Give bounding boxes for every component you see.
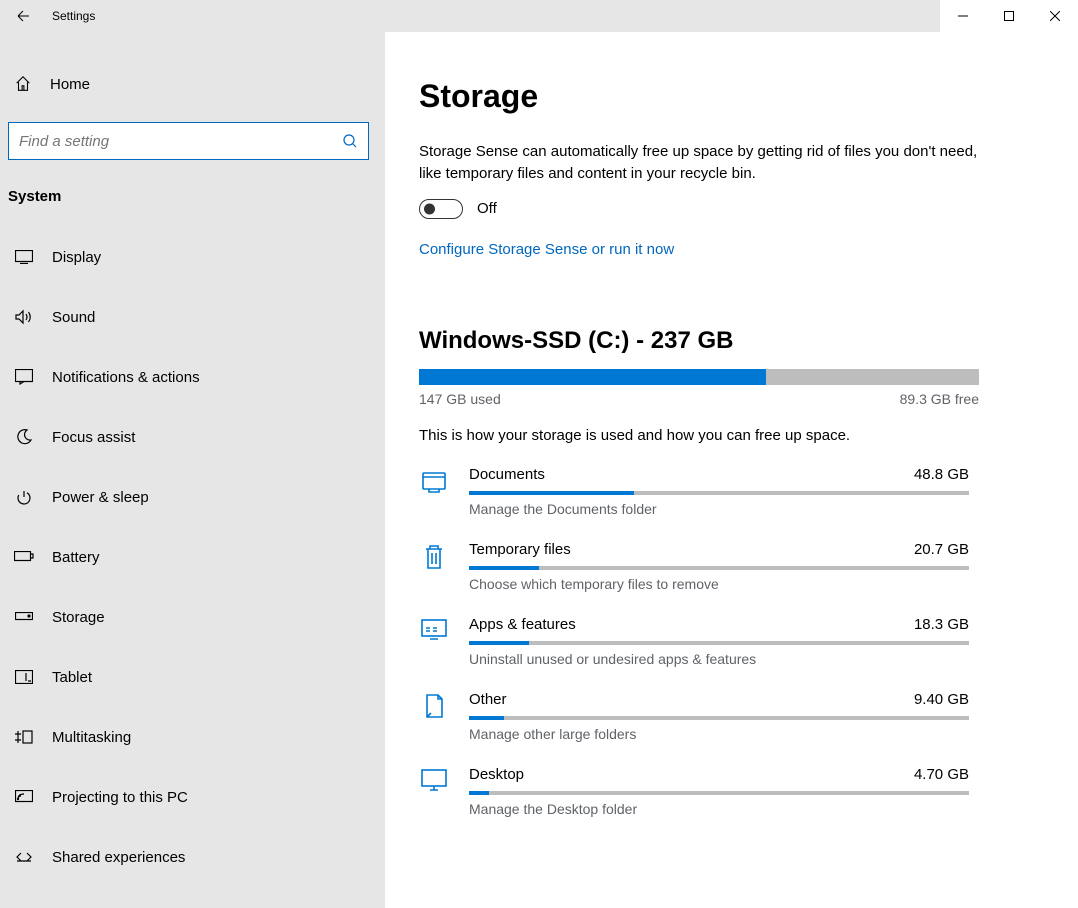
category-icon xyxy=(419,466,449,517)
category-size: 18.3 GB xyxy=(914,616,969,633)
sidebar-item-label: Projecting to this PC xyxy=(52,789,188,806)
notifications-icon xyxy=(14,369,34,385)
category-bar xyxy=(469,491,969,495)
drive-free-label: 89.3 GB free xyxy=(900,391,979,407)
category-bar xyxy=(469,566,969,570)
back-button[interactable] xyxy=(0,0,46,32)
shared-icon xyxy=(14,849,34,865)
sidebar-item-shared[interactable]: Shared experiences xyxy=(0,827,385,887)
category-icon xyxy=(419,691,449,742)
usage-desc: This is how your storage is used and how… xyxy=(419,427,1044,444)
category-sub: Manage other large folders xyxy=(469,726,969,742)
category-bar xyxy=(469,641,969,645)
category-sub: Choose which temporary files to remove xyxy=(469,576,969,592)
category-bar xyxy=(469,791,969,795)
category-sub: Manage the Desktop folder xyxy=(469,801,969,817)
sidebar-item-label: Power & sleep xyxy=(52,489,149,506)
drive-used-label: 147 GB used xyxy=(419,391,501,407)
storage-icon xyxy=(14,612,34,622)
main-content: Storage Storage Sense can automatically … xyxy=(385,32,1078,908)
sidebar-item-label: Focus assist xyxy=(52,429,135,446)
category-sub: Uninstall unused or undesired apps & fea… xyxy=(469,651,969,667)
sound-icon xyxy=(14,309,34,325)
power-icon xyxy=(14,489,34,505)
sidebar-item-power[interactable]: Power & sleep xyxy=(0,467,385,527)
sidebar-item-label: Tablet xyxy=(52,669,92,686)
window-title: Settings xyxy=(46,9,95,23)
category-temporary-files[interactable]: Temporary files 20.7 GB Choose which tempo… xyxy=(419,541,1044,592)
sidebar-item-label: Battery xyxy=(52,549,100,566)
tablet-icon xyxy=(14,670,34,684)
category-apps-features[interactable]: Apps & features 18.3 GB Uninstall unused o… xyxy=(419,616,1044,667)
close-button[interactable] xyxy=(1032,0,1078,32)
sidebar: Home System Display Sound xyxy=(0,32,385,908)
sidebar-item-multitasking[interactable]: Multitasking xyxy=(0,707,385,767)
home-button[interactable]: Home xyxy=(0,62,385,106)
sidebar-item-label: Storage xyxy=(52,609,105,626)
category-name: Desktop xyxy=(469,766,524,783)
category-size: 20.7 GB xyxy=(914,541,969,558)
category-name: Temporary files xyxy=(469,541,571,558)
category-size: 4.70 GB xyxy=(914,766,969,783)
sidebar-item-storage[interactable]: Storage xyxy=(0,587,385,647)
minimize-button[interactable] xyxy=(940,0,986,32)
page-title: Storage xyxy=(419,78,1044,115)
category-other[interactable]: Other 9.40 GB Manage other large folders xyxy=(419,691,1044,742)
category-name: Apps & features xyxy=(469,616,576,633)
section-header: System xyxy=(0,182,385,227)
display-icon xyxy=(14,250,34,264)
drive-usage-fill xyxy=(419,369,766,385)
sidebar-item-label: Notifications & actions xyxy=(52,369,200,386)
category-icon xyxy=(419,541,449,592)
category-sub: Manage the Documents folder xyxy=(469,501,969,517)
category-icon xyxy=(419,766,449,817)
category-size: 48.8 GB xyxy=(914,466,969,483)
projecting-icon xyxy=(14,790,34,804)
sidebar-item-focus[interactable]: Focus assist xyxy=(0,407,385,467)
storage-sense-desc: Storage Sense can automatically free up … xyxy=(419,141,979,185)
category-name: Documents xyxy=(469,466,545,483)
toggle-state-label: Off xyxy=(477,200,497,217)
drive-usage-bar xyxy=(419,369,979,385)
category-documents[interactable]: Documents 48.8 GB Manage the Documents fol… xyxy=(419,466,1044,517)
sidebar-item-notifications[interactable]: Notifications & actions xyxy=(0,347,385,407)
search-input-wrap[interactable] xyxy=(8,122,369,160)
multitasking-icon xyxy=(14,730,34,744)
sidebar-item-label: Multitasking xyxy=(52,729,131,746)
sidebar-item-label: Shared experiences xyxy=(52,849,185,866)
battery-icon xyxy=(14,551,34,563)
category-size: 9.40 GB xyxy=(914,691,969,708)
sidebar-item-sound[interactable]: Sound xyxy=(0,287,385,347)
drive-title: Windows-SSD (C:) - 237 GB xyxy=(419,327,1044,355)
moon-icon xyxy=(14,429,34,445)
home-label: Home xyxy=(50,76,90,93)
maximize-button[interactable] xyxy=(986,0,1032,32)
sidebar-item-projecting[interactable]: Projecting to this PC xyxy=(0,767,385,827)
sidebar-item-label: Sound xyxy=(52,309,95,326)
sidebar-item-battery[interactable]: Battery xyxy=(0,527,385,587)
titlebar: Settings xyxy=(0,0,1078,32)
storage-sense-toggle[interactable] xyxy=(419,199,463,219)
category-desktop[interactable]: Desktop 4.70 GB Manage the Desktop folder xyxy=(419,766,1044,817)
search-input[interactable] xyxy=(19,133,334,150)
home-icon xyxy=(14,75,32,93)
sidebar-item-display[interactable]: Display xyxy=(0,227,385,287)
category-bar xyxy=(469,716,969,720)
search-icon xyxy=(342,133,358,149)
sidebar-item-label: Display xyxy=(52,249,101,266)
category-name: Other xyxy=(469,691,507,708)
sidebar-item-tablet[interactable]: Tablet xyxy=(0,647,385,707)
configure-link[interactable]: Configure Storage Sense or run it now xyxy=(419,241,674,258)
category-icon xyxy=(419,616,449,667)
